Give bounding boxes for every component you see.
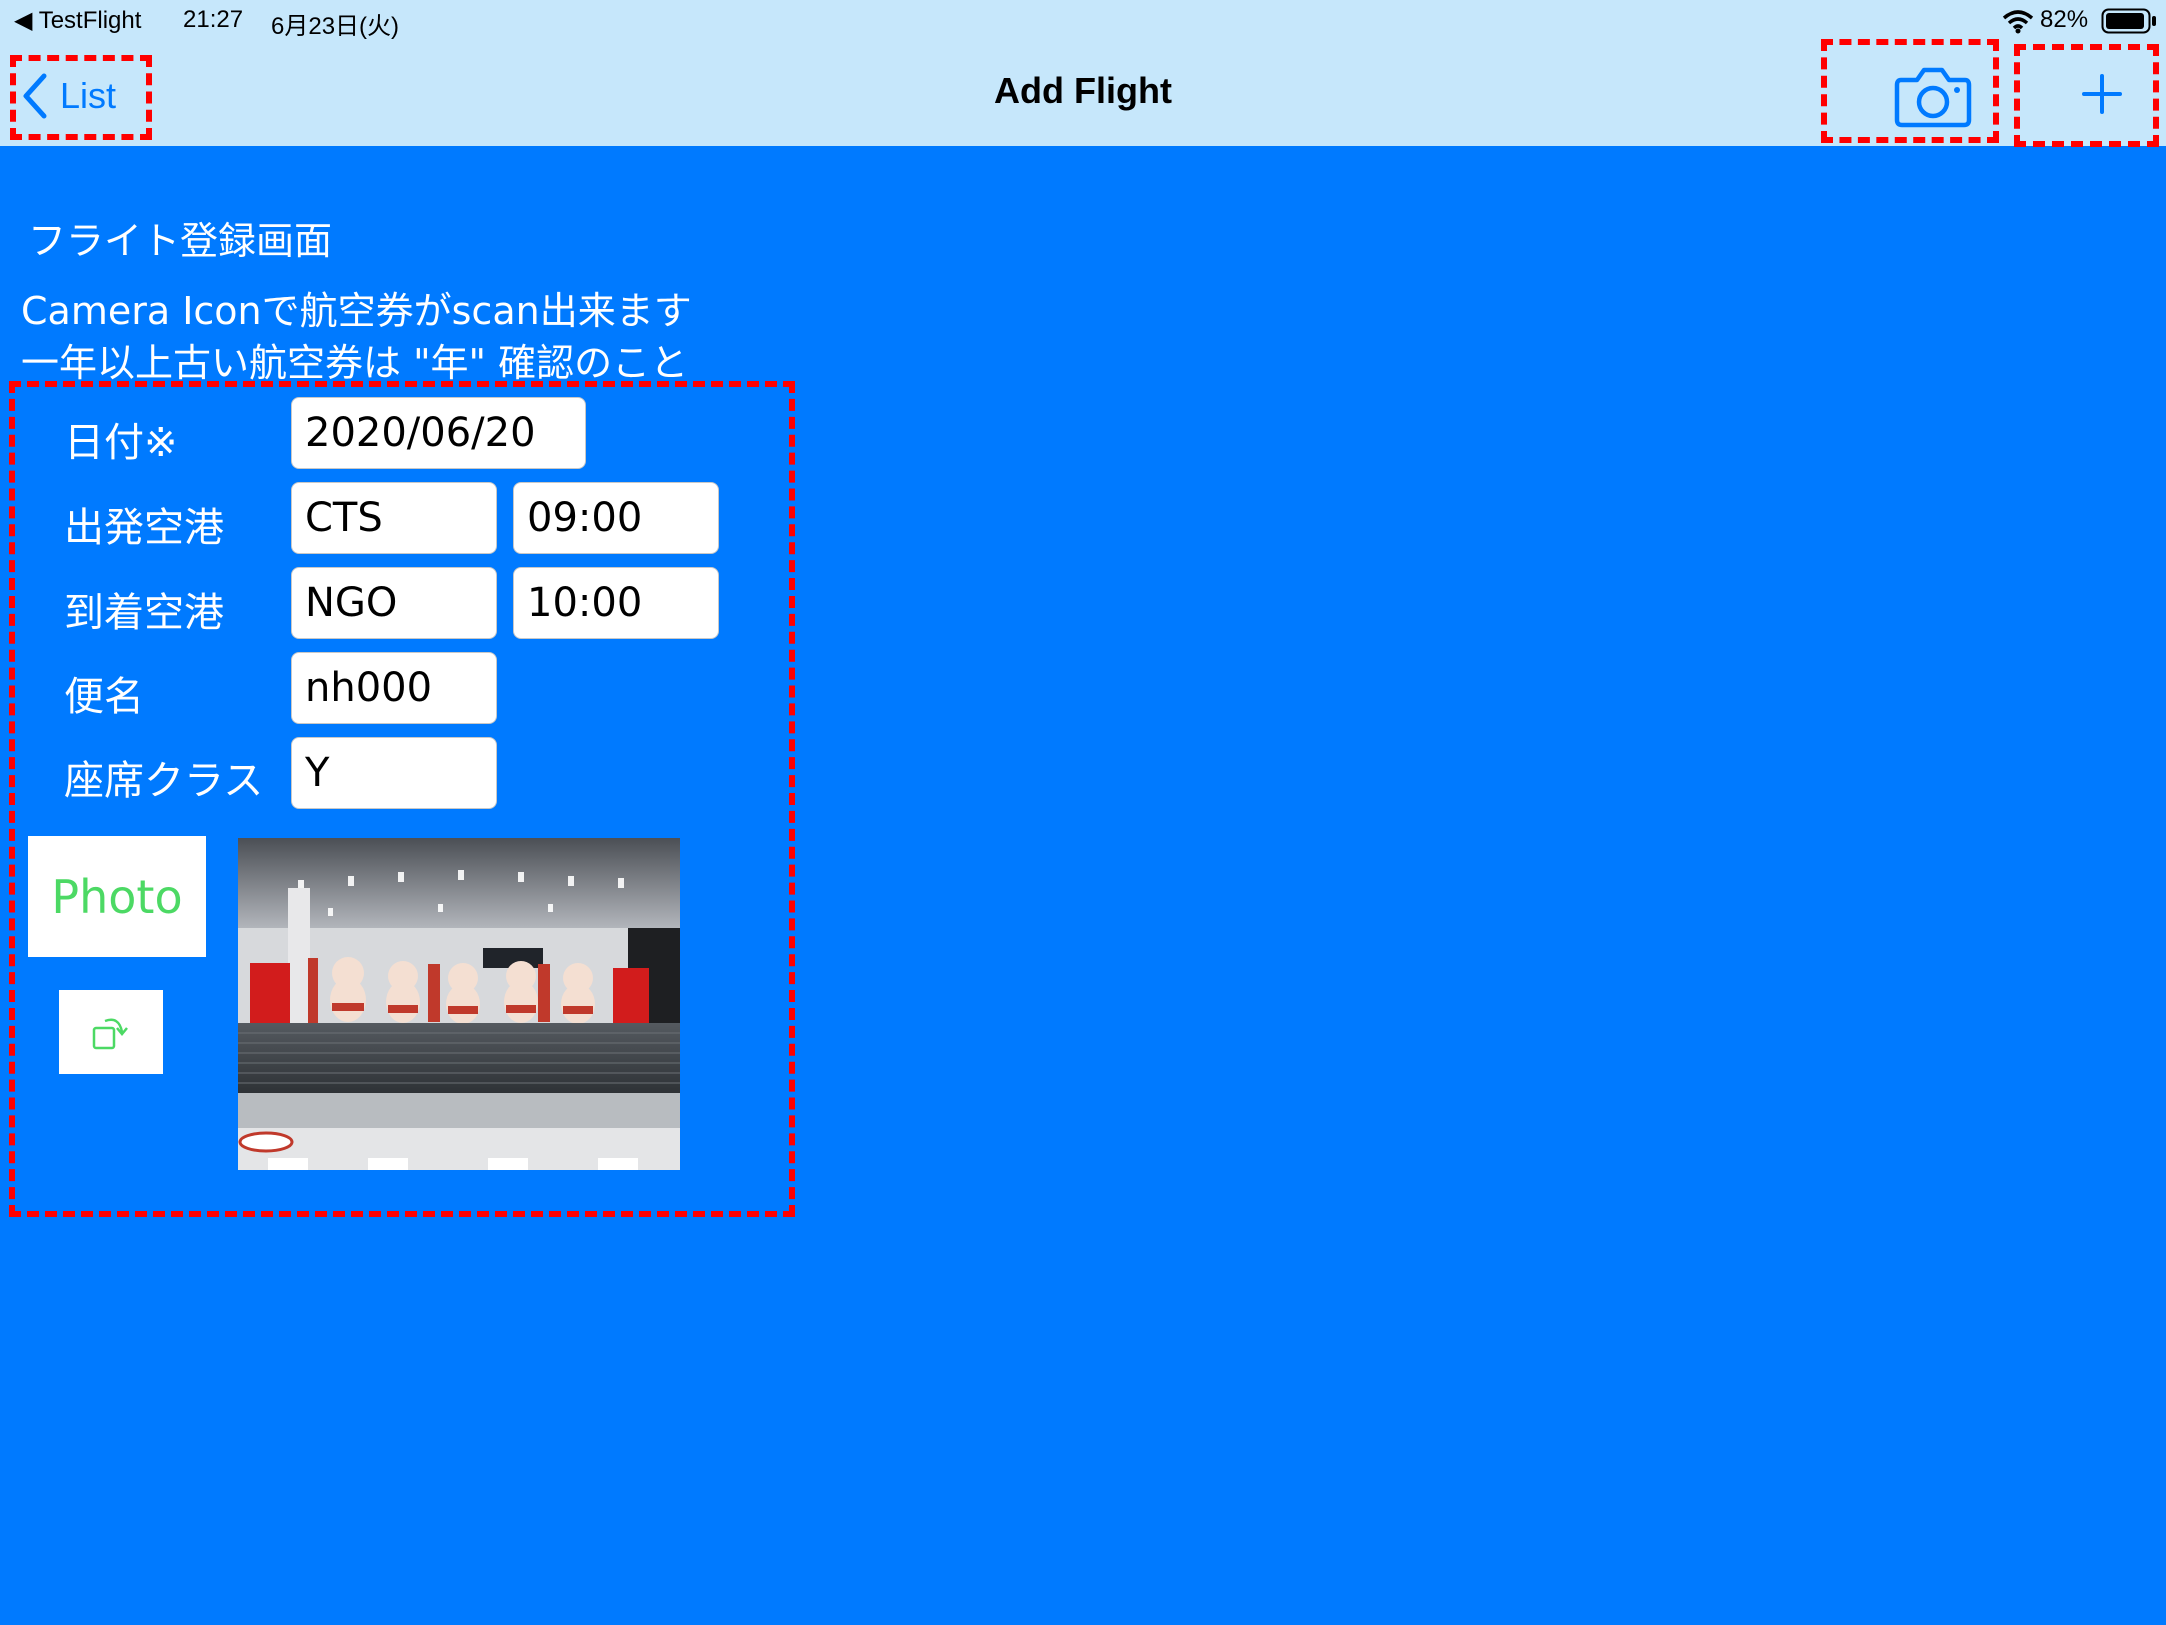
- arrival-airport-field[interactable]: NGO: [291, 567, 497, 639]
- date-label: 日付※: [64, 420, 178, 466]
- seat-class-field[interactable]: Y: [291, 737, 497, 809]
- photo-button-label: Photo: [51, 869, 183, 924]
- intro-line-1: Camera Iconで航空券がscan出来ます: [21, 289, 692, 333]
- departure-time-field[interactable]: 09:00: [513, 482, 719, 554]
- rotate-icon: [92, 1018, 128, 1050]
- status-back-app[interactable]: ◀ TestFlight: [14, 6, 141, 35]
- battery-icon: [2101, 8, 2156, 34]
- seat-class-label: 座席クラス: [64, 758, 264, 804]
- battery-percent: 82%: [2040, 6, 2089, 33]
- flight-number-field[interactable]: nh000: [291, 652, 497, 724]
- arrival-label: 到着空港: [64, 590, 224, 636]
- photo-button[interactable]: Photo: [28, 836, 206, 957]
- date-field[interactable]: 2020/06/20: [291, 397, 586, 469]
- highlight-camera-button: [1821, 39, 1999, 143]
- wifi-icon: [2002, 10, 2034, 34]
- highlight-add-button: [2014, 44, 2159, 147]
- highlight-back-button: [10, 55, 152, 140]
- arrival-time-field[interactable]: 10:00: [513, 567, 719, 639]
- status-date: 6月23日(火): [271, 13, 400, 40]
- status-time: 21:27: [183, 6, 244, 33]
- departure-airport-field[interactable]: CTS: [291, 482, 497, 554]
- flight-number-label: 便名: [64, 674, 144, 720]
- departure-label: 出発空港: [64, 505, 224, 551]
- flight-photo: [238, 838, 680, 1170]
- rotate-button[interactable]: [59, 990, 163, 1074]
- intro-line-2: 一年以上古い航空券は "年" 確認のこと: [21, 341, 689, 385]
- screen-heading: フライト登録画面: [28, 219, 333, 263]
